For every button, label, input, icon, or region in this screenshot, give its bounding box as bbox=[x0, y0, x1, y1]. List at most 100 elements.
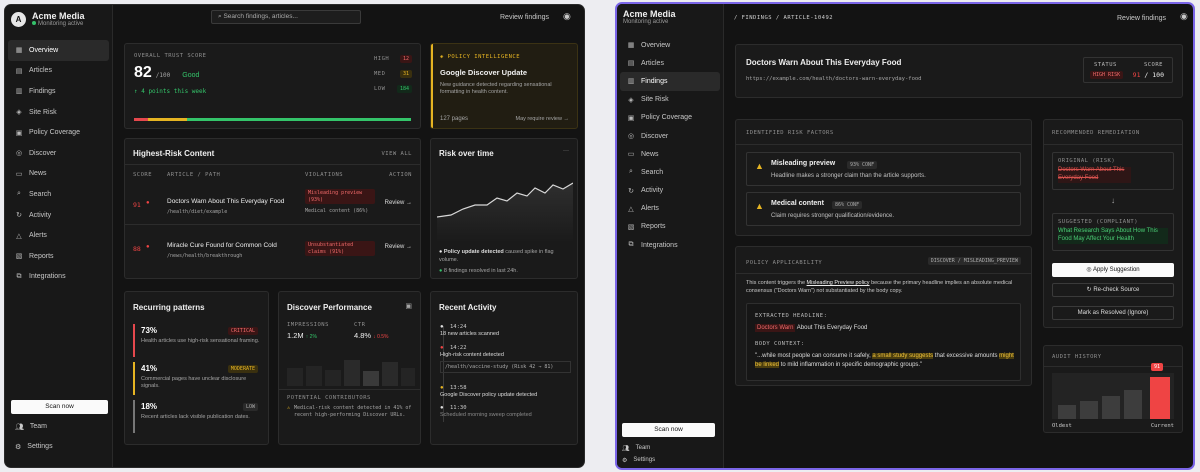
sidebar-item-settings[interactable]: ⚙︎ Settings bbox=[622, 457, 655, 464]
sidebar-item-reports[interactable]: ▧ Reports bbox=[8, 246, 109, 267]
more-icon[interactable]: ··· bbox=[563, 148, 569, 154]
discover-icon: ◎ bbox=[627, 133, 635, 141]
activity-title: Recent Activity bbox=[439, 303, 497, 312]
sidebar-item-policy-coverage[interactable]: ▣ Policy Coverage bbox=[620, 109, 720, 127]
scan-now-button[interactable]: Scan now bbox=[622, 423, 715, 437]
search-input[interactable]: ⌕ Search findings, articles... bbox=[211, 10, 361, 24]
may-require-review-link[interactable]: May require review → bbox=[516, 116, 570, 122]
review-button[interactable]: Review → bbox=[385, 200, 412, 206]
sidebar-item-findings[interactable]: ▥ Findings bbox=[8, 81, 109, 102]
apply-suggestion-button[interactable]: ◎ Apply Suggestion bbox=[1052, 263, 1174, 277]
policy-coverage-icon: ▣ bbox=[627, 114, 635, 122]
sidebar-item-label: Findings bbox=[641, 77, 668, 85]
sidebar-item-search[interactable]: ⌕ Search bbox=[8, 184, 109, 205]
overview-window: A Acme Media Monitoring active ▦ Overview… bbox=[4, 4, 585, 468]
timeline-dot-icon: ● bbox=[440, 385, 444, 391]
risk-factor-desc: Headline makes a stronger claim than the… bbox=[771, 173, 926, 179]
policy-coverage-icon: ▣ bbox=[15, 129, 23, 137]
sidebar-item-reports[interactable]: ▧ Reports bbox=[620, 218, 720, 236]
risk-level-count: 31 bbox=[399, 70, 412, 78]
review-findings-link[interactable]: Review findings bbox=[1117, 15, 1166, 22]
status-score-box: STATUS HIGH RISK SCORE 91 / 100 bbox=[1083, 57, 1173, 83]
sidebar-item-integrations[interactable]: ⧉ Integrations bbox=[620, 236, 720, 254]
risk-level-label: MED bbox=[374, 71, 386, 77]
sidebar-item-search[interactable]: ⌕ Search bbox=[620, 163, 720, 181]
sidebar-item-news[interactable]: ▭ News bbox=[620, 145, 720, 163]
sidebar-item-label: Site Risk bbox=[29, 108, 57, 116]
sidebar-item-integrations[interactable]: ⧉ Integrations bbox=[8, 267, 109, 288]
sidebar-item-activity[interactable]: ↻ Activity bbox=[620, 182, 720, 200]
contrib-row: ⚠ Medical-risk content detected in 41% of… bbox=[287, 405, 412, 418]
status-label: STATUS bbox=[1094, 62, 1117, 68]
policy-intel-body: New guidance detected regarding sensatio… bbox=[440, 82, 552, 96]
sidebar-item-overview[interactable]: ▦ Overview bbox=[8, 40, 109, 61]
audit-chart: 91 bbox=[1052, 363, 1174, 419]
headline-highlight: Doctors Warn bbox=[755, 324, 796, 332]
discover-bar-2 bbox=[306, 366, 322, 386]
user-icon[interactable]: ◉ bbox=[1180, 11, 1188, 22]
sidebar-item-alerts[interactable]: △ Alerts bbox=[620, 200, 720, 218]
sidebar-item-alerts[interactable]: △ Alerts bbox=[8, 225, 109, 246]
policy-link[interactable]: Misleading Preview policy bbox=[807, 280, 870, 286]
sidebar-item-label: Policy Coverage bbox=[29, 129, 80, 137]
sidebar-item-site-risk[interactable]: ◈ Site Risk bbox=[8, 102, 109, 123]
col-article: ARTICLE / PATH bbox=[167, 172, 221, 178]
sidebar-item-articles[interactable]: ▤ Articles bbox=[620, 54, 720, 72]
audit-bar-4 bbox=[1124, 390, 1142, 419]
pattern-text: Health articles use high-risk sensationa… bbox=[141, 338, 260, 344]
risk-factor-desc: Claim requires stronger qualification/ev… bbox=[771, 213, 895, 219]
sidebar-item-articles[interactable]: ▤ Articles bbox=[8, 61, 109, 82]
row-title[interactable]: Doctors Warn About This Everyday Food bbox=[167, 198, 284, 205]
review-findings-link[interactable]: Review findings bbox=[500, 14, 549, 21]
view-all-link[interactable]: VIEW ALL bbox=[382, 151, 413, 157]
sidebar-item-discover[interactable]: ◎ Discover bbox=[8, 143, 109, 164]
brand-name: Acme Media bbox=[32, 11, 85, 21]
pattern-item: 41% MODERATE Commercial pages have unclear… bbox=[133, 362, 260, 395]
review-button[interactable]: Review → bbox=[385, 244, 412, 250]
sidebar-item-label: Search bbox=[29, 190, 52, 198]
sidebar-item-site-risk[interactable]: ◈ Site Risk bbox=[620, 91, 720, 109]
site-risk-icon: ◈ bbox=[16, 109, 22, 117]
sidebar-item-policy-coverage[interactable]: ▣ Policy Coverage bbox=[8, 122, 109, 143]
check-circle-icon: ◎ bbox=[1086, 267, 1093, 273]
sidebar-item-news[interactable]: ▭ News bbox=[8, 164, 109, 185]
mark-resolved-button[interactable]: Mark as Resolved (Ignore) bbox=[1052, 306, 1174, 320]
finding-detail-window: Acme Media Monitoring active ▦ Overview ▤ A… bbox=[615, 2, 1195, 470]
risk-note-2: ● 8 findings resolved in last 24h. bbox=[439, 268, 518, 274]
sidebar-item-label: Overview bbox=[29, 46, 59, 54]
extracted-headline: Doctors Warn About This Everyday Food bbox=[755, 324, 868, 332]
activity-icon: ↻ bbox=[628, 187, 634, 195]
sidebar-item-label: Articles bbox=[29, 67, 52, 75]
image-icon[interactable]: ▣ bbox=[405, 302, 412, 310]
risk-factor-title: Medical content bbox=[771, 200, 824, 207]
row-score: 88 bbox=[133, 245, 141, 253]
sidebar-item-label: Articles bbox=[641, 59, 664, 67]
sidebar-item-label: Search bbox=[641, 168, 664, 176]
sidebar-item-activity[interactable]: ↻ Activity bbox=[8, 205, 109, 226]
sidebar-item-team[interactable]: 👥︎ Team bbox=[622, 445, 650, 452]
article-url[interactable]: https://example.com/health/doctors-warn-… bbox=[746, 76, 922, 82]
body-context-label: BODY CONTEXT: bbox=[755, 341, 805, 347]
user-icon[interactable]: ◉ bbox=[563, 11, 571, 22]
scan-now-button[interactable]: Scan now bbox=[11, 400, 108, 414]
activity-time: 14:22 bbox=[450, 345, 467, 351]
warning-icon: ▲ bbox=[755, 161, 764, 171]
activity-item: ● 14:24 18 new articles scanned bbox=[440, 324, 571, 337]
sidebar-item-settings[interactable]: ⚙︎ Settings bbox=[15, 443, 53, 451]
monitoring-status: Monitoring active bbox=[32, 21, 85, 27]
warning-icon: ⚠ bbox=[287, 405, 291, 411]
sidebar-item-findings[interactable]: ▥ Findings bbox=[620, 72, 720, 91]
original-headline: Doctors Warn About This Everyday Food bbox=[1058, 167, 1131, 183]
timeline-dot-icon: ● bbox=[440, 345, 444, 351]
row-title[interactable]: Miracle Cure Found for Common Cold bbox=[167, 242, 277, 249]
confidence-tag: 86% CONF bbox=[832, 201, 863, 209]
discover-bar-chart bbox=[287, 360, 415, 386]
sidebar-item-team[interactable]: 👥︎ Team bbox=[15, 423, 47, 431]
violation-tag: Misleading preview (93%) bbox=[305, 189, 375, 204]
sidebar-item-discover[interactable]: ◎ Discover bbox=[620, 127, 720, 145]
risk-note-1: ● Policy update detected caused spike in… bbox=[439, 249, 554, 263]
recheck-source-button[interactable]: ↻ Re-check Source bbox=[1052, 283, 1174, 297]
activity-text: Google Discover policy update detected bbox=[440, 392, 538, 398]
sidebar-item-overview[interactable]: ▦ Overview bbox=[620, 36, 720, 54]
team-icon: 👥︎ bbox=[622, 446, 630, 452]
